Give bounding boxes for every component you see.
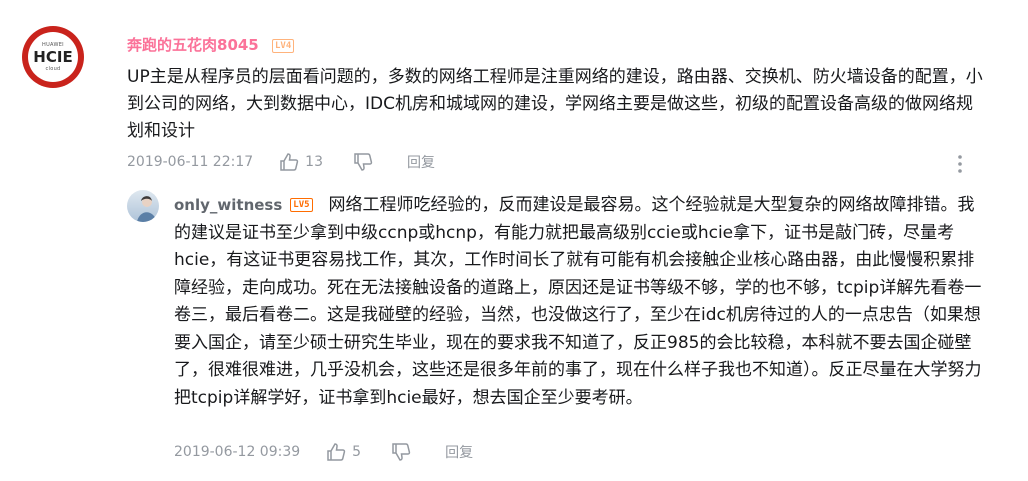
- reply-dislike-button[interactable]: [391, 442, 411, 462]
- comment-time: 2019-06-11 22:17: [127, 154, 254, 170]
- reply-like-button[interactable]: 5: [326, 442, 361, 462]
- reply-reply-button[interactable]: 回复: [445, 442, 473, 462]
- avatar-main-text: HCIE: [33, 47, 73, 66]
- commenter-avatar[interactable]: HUAWEI HCIE cloud: [22, 26, 84, 88]
- reply-meta: 2019-06-12 09:39 5 回复: [174, 442, 473, 462]
- more-vertical-icon[interactable]: [955, 154, 965, 174]
- reply-avatar[interactable]: [127, 190, 159, 222]
- reply-username[interactable]: only_witness: [174, 196, 282, 214]
- reply-time: 2019-06-12 09:39: [174, 444, 301, 460]
- thumbs-up-icon: [280, 153, 299, 171]
- comment-username-row: 奔跑的五花肉8045 LV4: [127, 34, 295, 55]
- level-badge: LV4: [271, 38, 295, 53]
- reply-text: 网络工程师吃经验的，反而建设是最容易。这个经验就是大型复杂的网络故障排错。我的建…: [174, 195, 982, 408]
- hcie-logo: HUAWEI HCIE cloud: [28, 32, 78, 82]
- reply-button[interactable]: 回复: [407, 152, 435, 172]
- reply-level-badge: LV5: [290, 198, 313, 212]
- like-button[interactable]: 13: [279, 152, 323, 172]
- thumbs-down-icon: [392, 443, 411, 461]
- thumbs-down-icon: [354, 153, 373, 171]
- comment-text: UP主是从程序员的层面看问题的，多数的网络工程师是注重网络的建设，路由器、交换机…: [127, 67, 983, 141]
- dislike-button[interactable]: [353, 152, 373, 172]
- thumbs-up-icon: [327, 443, 346, 461]
- avatar-top-text: HUAWEI: [42, 41, 64, 48]
- comment-meta: 2019-06-11 22:17 13 回复: [127, 152, 435, 172]
- reply-like-count: 5: [352, 444, 362, 460]
- avatar-bottom-text: cloud: [45, 65, 61, 72]
- like-count: 13: [305, 154, 323, 170]
- avatar-image: [127, 190, 159, 222]
- comment-username[interactable]: 奔跑的五花肉8045: [127, 36, 259, 54]
- reply-content: only_witness LV5 网络工程师吃经验的，反而建设是最容易。这个经验就是…: [174, 192, 984, 412]
